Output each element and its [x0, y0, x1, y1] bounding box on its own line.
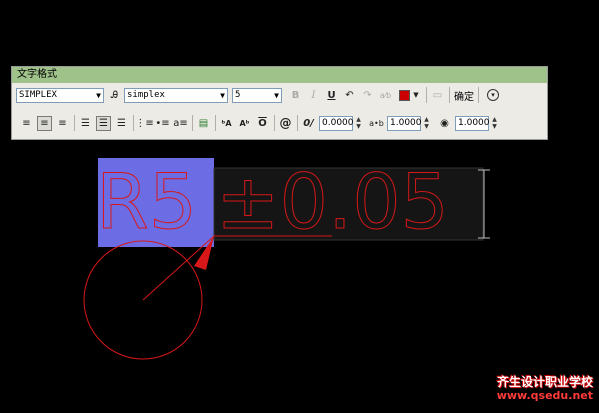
mtext-tolerance[interactable]: ±0.05 [216, 157, 450, 247]
watermark-url: www.qsedu.net [496, 389, 593, 402]
watermark: 齐生设计职业学校 www.qsedu.net [497, 375, 593, 403]
watermark-school: 齐生设计职业学校 [496, 375, 593, 389]
drawing-canvas[interactable]: R5 ±0.05 [0, 0, 599, 413]
mtext-selected[interactable]: R5 [96, 157, 198, 247]
